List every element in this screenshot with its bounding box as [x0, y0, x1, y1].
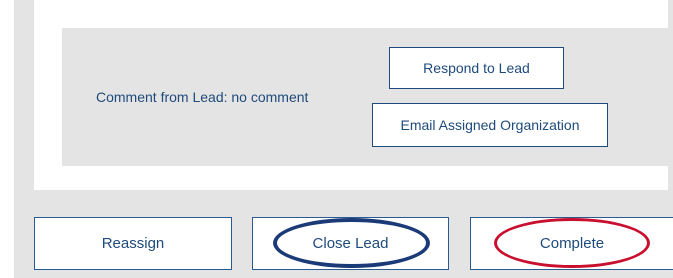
complete-button[interactable]: Complete	[470, 217, 673, 270]
reassign-button[interactable]: Reassign	[34, 217, 232, 270]
respond-to-lead-button[interactable]: Respond to Lead	[389, 47, 564, 89]
email-assigned-organization-button[interactable]: Email Assigned Organization	[372, 103, 608, 147]
lead-comment-text: Comment from Lead: no comment	[96, 89, 309, 105]
close-lead-button[interactable]: Close Lead	[252, 217, 449, 270]
